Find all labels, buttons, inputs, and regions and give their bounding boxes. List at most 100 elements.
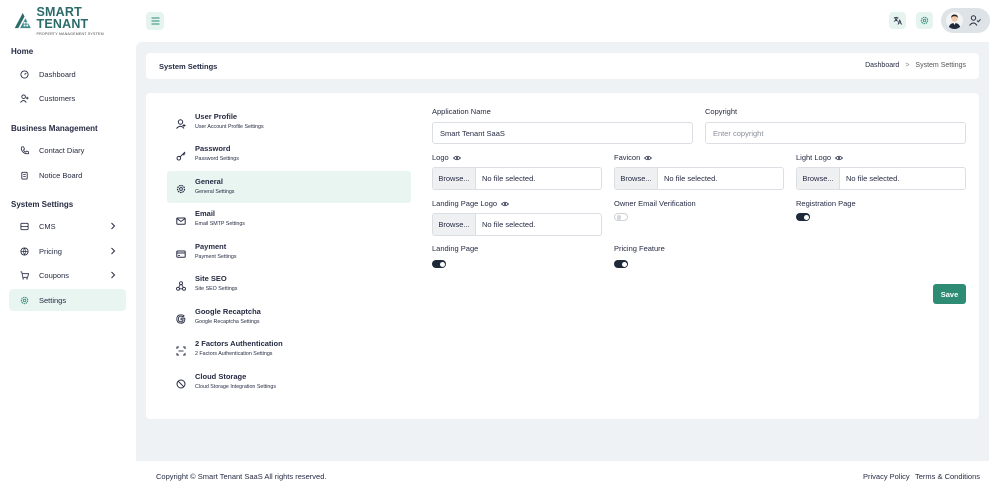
file-name: No file selected. xyxy=(482,174,536,183)
brand-logo[interactable]: SMART TENANT PROPERTY MANAGEMENT SYSTEM xyxy=(12,4,127,36)
language-button[interactable] xyxy=(889,12,906,29)
pricing-feature-toggle[interactable] xyxy=(614,260,628,268)
landing-page-toggle[interactable] xyxy=(432,260,446,268)
owner-email-toggle[interactable] xyxy=(614,213,628,221)
browse-button[interactable]: Browse... xyxy=(433,214,476,235)
settings-tab-subtitle: General Settings xyxy=(195,189,235,195)
breadcrumb-current: System Settings xyxy=(915,62,966,69)
phone-icon xyxy=(19,145,29,155)
settings-tab-title: Payment xyxy=(195,242,227,251)
settings-tab-general[interactable]: General General Settings xyxy=(167,171,411,203)
settings-tab-google-recaptcha[interactable]: Google Recaptcha Google Recaptcha Settin… xyxy=(167,301,411,333)
sidebar-item-label: Contact Diary xyxy=(39,145,85,155)
breadcrumb-dashboard[interactable]: Dashboard xyxy=(865,62,899,69)
mail-icon xyxy=(176,213,186,225)
sidebar-item-label: Dashboard xyxy=(39,69,76,79)
settings-tab-subtitle: 2 Factors Authentication Settings xyxy=(195,351,273,357)
sidebar-item-dashboard[interactable]: Dashboard xyxy=(9,63,126,85)
eye-icon[interactable] xyxy=(644,155,653,161)
sidebar-item-label: Coupons xyxy=(39,270,70,280)
pricing-feature-label: Pricing Feature xyxy=(614,244,665,253)
sidebar-item-cms[interactable]: CMS xyxy=(9,215,126,237)
key-icon xyxy=(176,148,186,161)
profile-menu[interactable] xyxy=(941,8,990,33)
user-check-icon xyxy=(969,15,981,26)
eye-icon[interactable] xyxy=(452,155,461,161)
light-logo-label: Light Logo xyxy=(796,153,844,162)
eye-icon[interactable] xyxy=(501,201,510,207)
hamburger-icon xyxy=(151,17,159,25)
logo-file-input[interactable]: Browse... No file selected. xyxy=(432,167,602,190)
light-logo-file-input[interactable]: Browse... No file selected. xyxy=(796,167,966,190)
eye-icon[interactable] xyxy=(835,155,844,161)
sidebar-item-customers[interactable]: Customers xyxy=(9,87,126,109)
brand-title: SMART TENANT xyxy=(36,4,89,32)
sidebar-item-coupons[interactable]: Coupons xyxy=(9,264,126,286)
tag-icon xyxy=(19,246,29,256)
landing-logo-file-input[interactable]: Browse... No file selected. xyxy=(432,213,602,236)
settings-tab-password[interactable]: Password Password Settings xyxy=(167,138,411,170)
menu-toggle-button[interactable] xyxy=(146,12,164,30)
save-button[interactable]: Save xyxy=(933,284,966,304)
light-logo-label-text: Light Logo xyxy=(796,153,832,162)
settings-tab-title: User Profile xyxy=(195,112,238,121)
settings-tab-user-profile[interactable]: User Profile User Account Profile Settin… xyxy=(167,106,411,138)
gear-icon xyxy=(176,181,186,194)
breadcrumb: Dashboard > System Settings xyxy=(865,62,966,69)
owner-email-label: Owner Email Verification xyxy=(614,199,696,208)
file-name: No file selected. xyxy=(482,220,536,229)
logo-label: Logo xyxy=(432,153,461,162)
copyright-input[interactable]: Enter copyright xyxy=(705,122,966,144)
section-title-business: Business Management xyxy=(11,124,98,133)
settings-tab-subtitle: User Account Profile Settings xyxy=(195,124,264,130)
user-plus-icon xyxy=(19,93,29,103)
logo-label-text: Logo xyxy=(432,153,449,162)
registration-toggle[interactable] xyxy=(796,213,810,221)
page-title: System Settings xyxy=(159,62,218,71)
section-title-home: Home xyxy=(11,47,34,56)
file-name: No file selected. xyxy=(846,174,900,183)
browse-button[interactable]: Browse... xyxy=(797,168,840,189)
settings-button[interactable] xyxy=(916,12,933,29)
browse-button[interactable]: Browse... xyxy=(433,168,476,189)
page-header-card: System Settings Dashboard > System Setti… xyxy=(146,53,979,79)
settings-tab-subtitle: Site SEO Settings xyxy=(195,286,238,292)
sidebar-item-notice-board[interactable]: Notice Board xyxy=(9,164,126,186)
favicon-label: Favicon xyxy=(614,153,653,162)
terms-link[interactable]: Terms & Conditions xyxy=(915,472,980,481)
settings-tab-title: Password xyxy=(195,144,231,153)
settings-tab-title: 2 Factors Authentication xyxy=(195,339,283,348)
avatar xyxy=(946,12,963,29)
app-name-input[interactable]: Smart Tenant SaaS xyxy=(432,122,693,144)
settings-tab-subtitle: Payment Settings xyxy=(195,254,237,260)
clipboard-icon xyxy=(19,170,29,180)
layout-icon xyxy=(19,221,29,231)
cloud-icon xyxy=(176,376,186,389)
sidebar-item-contact-diary[interactable]: Contact Diary xyxy=(9,139,126,161)
building-logo-icon xyxy=(14,12,31,29)
cart-icon xyxy=(19,270,29,280)
user-icon xyxy=(176,116,186,129)
settings-tab-2fa[interactable]: 2 Factors Authentication 2 Factors Authe… xyxy=(167,333,411,365)
settings-tab-site-seo[interactable]: Site SEO Site SEO Settings xyxy=(167,268,411,300)
settings-tab-title: Google Recaptcha xyxy=(195,307,261,316)
translate-icon xyxy=(893,16,902,25)
settings-tab-subtitle: Email SMTP Settings xyxy=(195,221,245,227)
gauge-icon xyxy=(19,69,29,79)
sidebar-item-settings[interactable]: Settings xyxy=(9,289,126,311)
settings-tab-cloud-storage[interactable]: Cloud Storage Cloud Storage Integration … xyxy=(167,366,411,398)
settings-tab-email[interactable]: Email Email SMTP Settings xyxy=(167,203,411,235)
privacy-policy-link[interactable]: Privacy Policy xyxy=(863,472,910,481)
favicon-file-input[interactable]: Browse... No file selected. xyxy=(614,167,784,190)
section-title-system: System Settings xyxy=(11,200,74,209)
browse-button[interactable]: Browse... xyxy=(615,168,658,189)
sidebar-item-pricing[interactable]: Pricing xyxy=(9,240,126,262)
sidebar-item-label: CMS xyxy=(39,221,56,231)
settings-tab-payment[interactable]: Payment Payment Settings xyxy=(167,236,411,268)
landing-logo-label-text: Landing Page Logo xyxy=(432,199,498,208)
brand-subtitle: PROPERTY MANAGEMENT SYSTEM xyxy=(36,31,104,36)
chevron-right-icon xyxy=(111,222,116,230)
google-icon xyxy=(176,311,186,324)
settings-tab-title: Site SEO xyxy=(195,274,227,283)
file-name: No file selected. xyxy=(664,174,718,183)
